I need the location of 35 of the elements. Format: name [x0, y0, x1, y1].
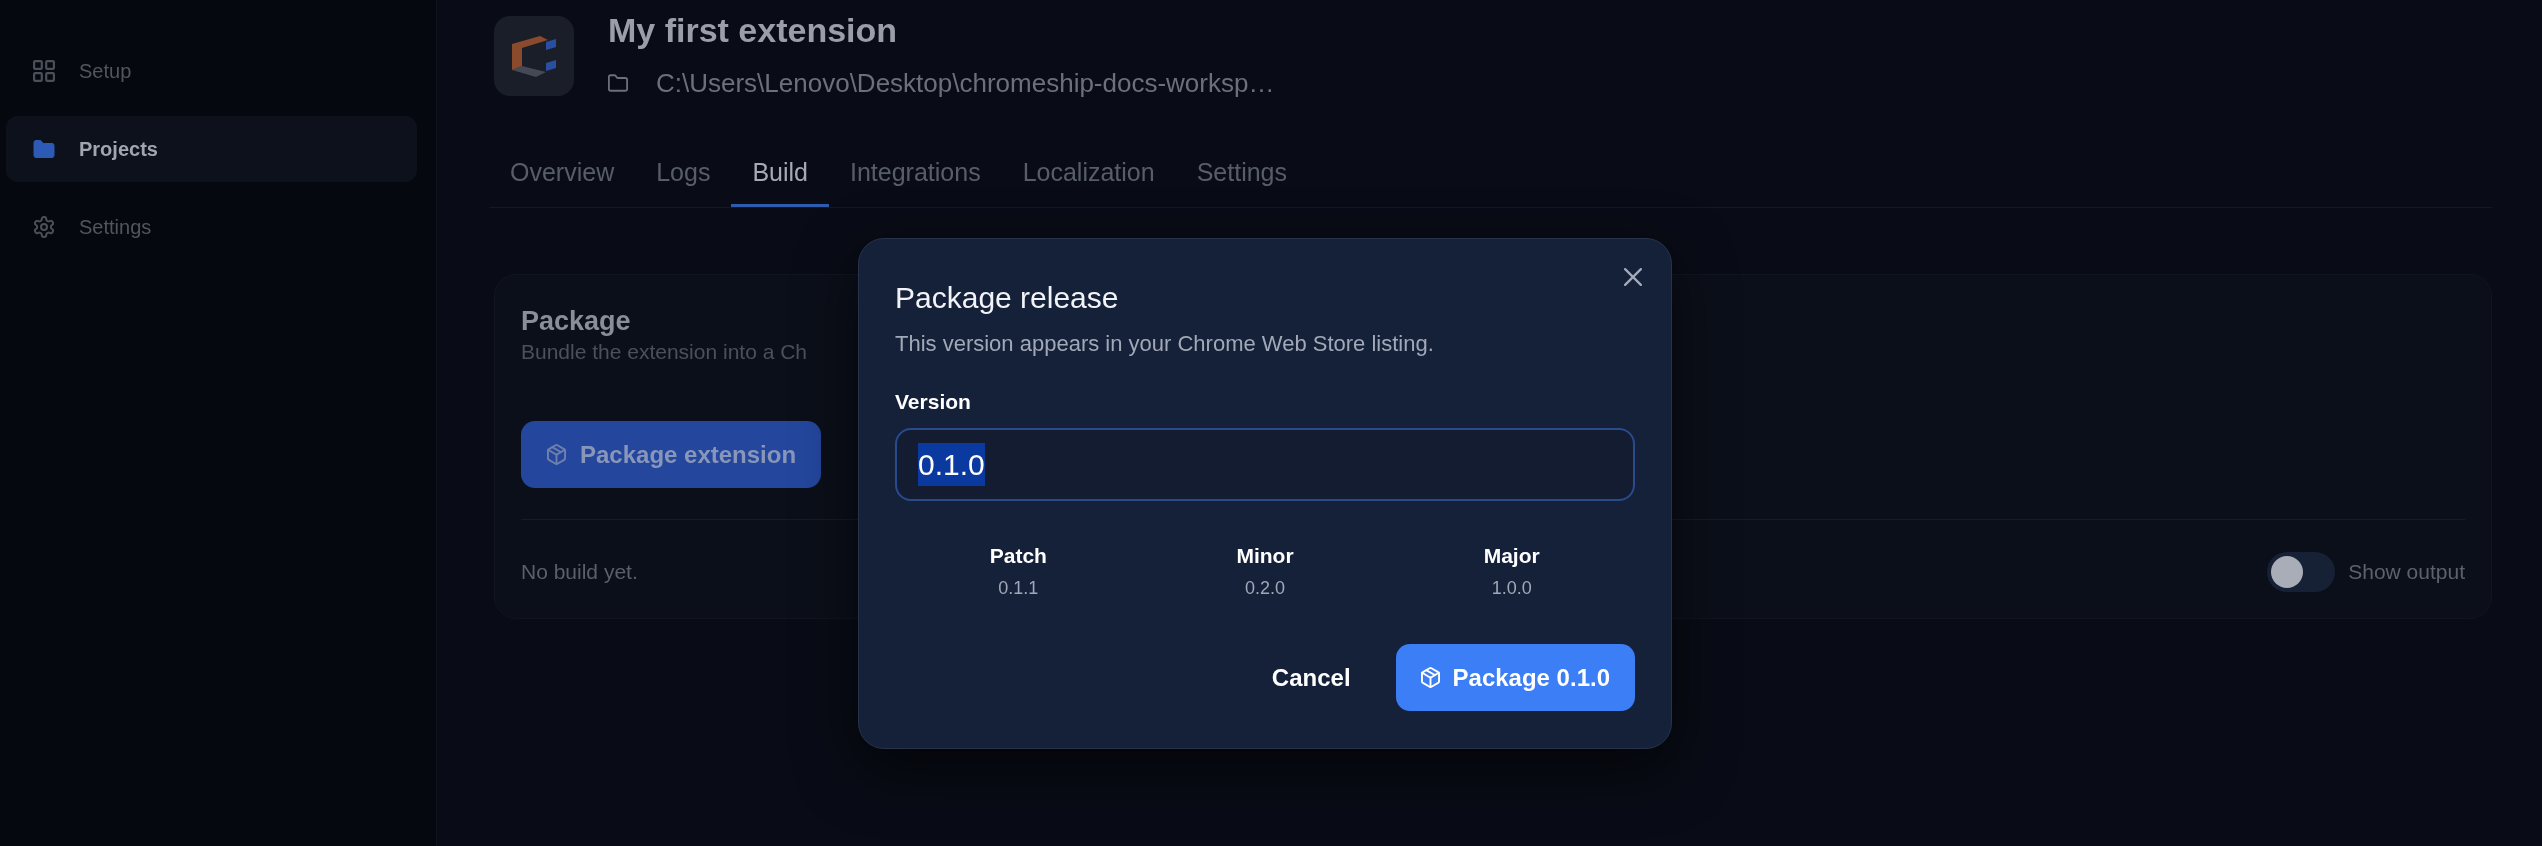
build-status: No build yet. — [521, 559, 638, 586]
toggle-label: Show output — [2348, 559, 2465, 586]
version-bump-option[interactable]: Patch 0.1.1 — [989, 542, 1047, 601]
project-title: My first extension — [608, 10, 898, 50]
version-bump-option[interactable]: Minor 0.2.0 — [1236, 542, 1294, 601]
folder-icon — [608, 74, 628, 92]
project-path: C:\Users\Lenovo\Desktop\chromeship-docs-worksp… — [656, 67, 1275, 99]
tab[interactable]: Build — [731, 141, 829, 207]
tab[interactable]: Settings — [1175, 141, 1308, 207]
tab[interactable]: Integrations — [829, 141, 1002, 207]
tab[interactable]: Localization — [1001, 141, 1176, 207]
card-title: Package — [521, 305, 631, 338]
input-value: 0.1.0 — [918, 443, 985, 486]
field-label: Version — [895, 389, 971, 415]
cube-icon — [547, 444, 566, 465]
toggle-switch[interactable] — [2267, 552, 2336, 592]
tab[interactable]: Logs — [635, 141, 732, 207]
gear-icon — [33, 216, 55, 238]
version-bump-option[interactable]: Major 1.0.0 — [1483, 542, 1540, 601]
close-icon[interactable] — [1624, 268, 1642, 286]
version-input[interactable]: 0.1.0 — [895, 428, 1635, 501]
folder-icon — [33, 138, 55, 160]
tab[interactable]: Overview — [489, 141, 636, 207]
dialog-title: Package release — [895, 280, 1119, 316]
package-extension-button[interactable]: Package extension — [521, 421, 822, 488]
card-description: Bundle the extension into a Ch — [521, 339, 808, 365]
package-button[interactable]: Package 0.1.0 — [1395, 644, 1635, 711]
cancel-button[interactable]: Cancel — [1247, 644, 1375, 711]
logo-icon — [494, 16, 574, 96]
sidebar-item[interactable]: Settings — [6, 194, 417, 260]
sidebar-item[interactable]: Projects — [6, 116, 417, 182]
cube-icon — [1420, 667, 1440, 688]
dialog-description: This version appears in your Chrome Web Store listing. — [895, 330, 1434, 358]
sidebar-item[interactable]: Setup — [6, 38, 417, 104]
grid-icon — [33, 60, 55, 82]
